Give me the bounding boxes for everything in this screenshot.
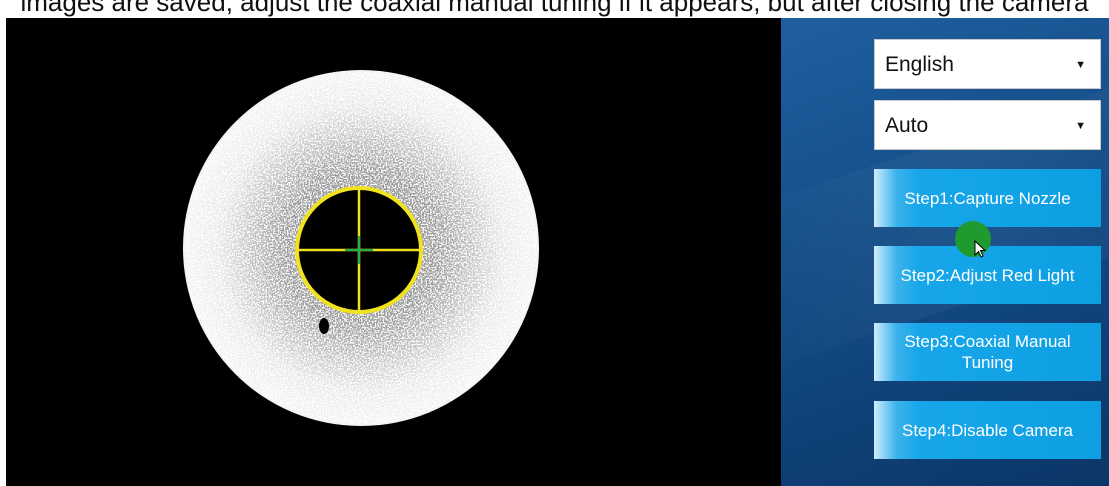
mouse-pointer-icon xyxy=(974,240,987,258)
control-panel: English ▼ Auto ▼ Step1:Capture Nozzle St… xyxy=(781,18,1109,486)
step1-label: Step1:Capture Nozzle xyxy=(904,188,1071,208)
caret-down-icon: ▼ xyxy=(1075,59,1086,71)
step4-disable-camera-button[interactable]: Step4:Disable Camera xyxy=(874,401,1101,459)
nozzle-image xyxy=(183,70,539,426)
caption-text: images are saved, adjust the coaxial man… xyxy=(20,0,1089,17)
language-select-value: English xyxy=(885,53,954,76)
step3-coaxial-manual-tuning-button[interactable]: Step3:Coaxial Manual Tuning xyxy=(874,323,1101,381)
step2-label: Step2:Adjust Red Light xyxy=(900,265,1075,285)
step4-label: Step4:Disable Camera xyxy=(901,420,1074,440)
caret-down-icon: ▼ xyxy=(1075,120,1086,132)
mode-select[interactable]: Auto ▼ xyxy=(874,100,1101,150)
video-caption: images are saved, adjust the coaxial man… xyxy=(0,0,1109,18)
nozzle-mark xyxy=(319,318,329,334)
camera-view[interactable] xyxy=(6,18,781,486)
mode-select-value: Auto xyxy=(885,114,929,137)
language-select[interactable]: English ▼ xyxy=(874,39,1101,89)
step3-label: Step3:Coaxial Manual Tuning xyxy=(904,332,1071,372)
step1-capture-nozzle-button[interactable]: Step1:Capture Nozzle xyxy=(874,169,1101,227)
